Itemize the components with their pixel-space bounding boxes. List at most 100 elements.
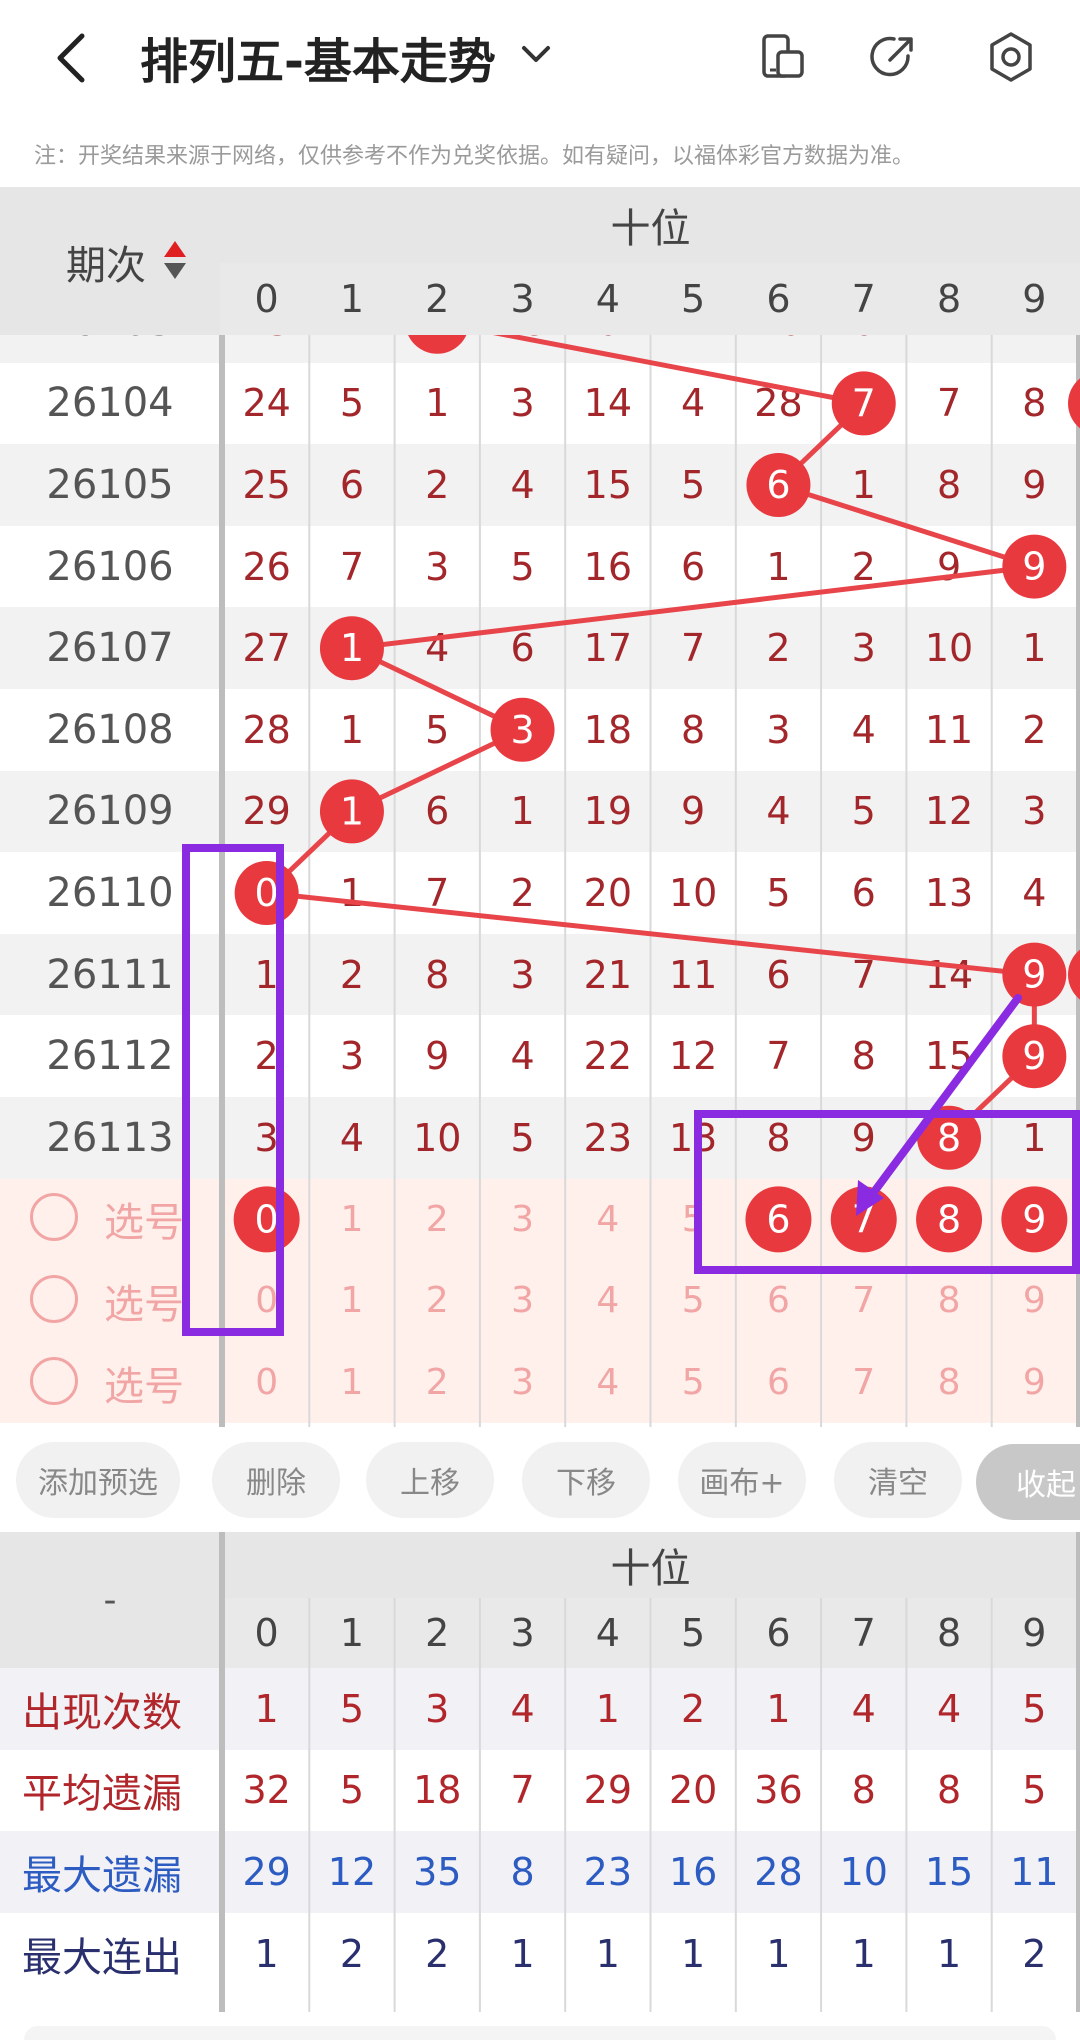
selected-ball-label: 8 (937, 1197, 961, 1241)
hit-ball-label: 2 (425, 335, 449, 344)
digit-header: 7 (851, 277, 876, 321)
stats-cell: 32 (242, 1768, 291, 1813)
toolbar-button[interactable]: 删除 (212, 1442, 340, 1518)
stats-cell: 2 (425, 1931, 450, 1976)
stats-cell: 12 (327, 1849, 377, 1894)
stats-cell: 5 (1022, 1768, 1047, 1813)
stats-row-label: 最大连出 (22, 1934, 182, 1981)
stats-digit-header: 0 (254, 1611, 279, 1655)
stats-cell: 2 (1022, 1931, 1047, 1976)
selected-ball-label: 6 (766, 1197, 790, 1241)
stats-cell: 20 (668, 1768, 718, 1813)
stats-digit-header: 6 (766, 1611, 791, 1655)
stats-cell: 4 (510, 1686, 535, 1731)
toolbar-button[interactable]: 上移 (366, 1442, 494, 1518)
stats-digit-header: 1 (339, 1611, 365, 1655)
digit-header: 2 (425, 277, 450, 321)
stats-cell: 1 (595, 1931, 620, 1976)
stats-digit-header: 9 (1022, 1611, 1047, 1655)
action-toolbar: 添加预选 删除 上移 下移 画布+ 清空 收起 (0, 1432, 1080, 1532)
stats-row: 最大连出 1 2 2 1 1 1 1 1 1 2 (0, 1912, 1080, 1995)
selected-ball-label: 9 (1022, 1197, 1046, 1241)
stats-row-label: 最大遗漏 (22, 1852, 182, 1899)
hit-ball-label: 9 (1022, 953, 1046, 997)
stats-cell: 11 (1010, 1849, 1059, 1894)
group-header: 十位 (610, 206, 691, 252)
stats-row-label: 平均遗漏 (22, 1771, 182, 1818)
hit-ball-label: 3 (510, 708, 534, 752)
stats-digit-header: 7 (851, 1611, 876, 1655)
hit-ball-label: 9 (1022, 1034, 1046, 1078)
app-header: 排列五-基本走势 (0, 0, 1080, 115)
toolbar-button[interactable]: 画布+ (678, 1442, 806, 1518)
stats-digit-header: 4 (595, 1611, 620, 1655)
stats-cell: 8 (936, 1768, 962, 1813)
stats-cell: 35 (413, 1849, 462, 1894)
stats-cell: 5 (1022, 1686, 1047, 1731)
stats-digit-header: 2 (425, 1611, 450, 1655)
digit-header: 0 (254, 277, 279, 321)
stats-cell: 3 (425, 1686, 450, 1731)
stats-group-header: 十位 (610, 1546, 691, 1592)
stats-table: - 十位 0 1 2 3 4 5 6 7 8 9 出现次数 1 5 3 4 1 2 1 4 4 5 平均遗漏 32 5 18 7 29 2… (0, 1532, 1080, 2040)
stats-cell: 16 (668, 1849, 718, 1894)
stats-cell: 8 (510, 1849, 535, 1894)
stats-row: 平均遗漏 32 5 18 7 29 20 36 8 8 5 (0, 1749, 1080, 1832)
settings-icon[interactable] (986, 30, 1036, 84)
page-title[interactable]: 排列五-基本走势 (140, 22, 496, 92)
next-group-ball (1068, 378, 1080, 429)
disclaimer-note: 注：开奖结果来源于网络，仅供参考不作为兑奖依据。如有疑问，以福体彩官方数据为准。 (34, 144, 915, 169)
collapse-button[interactable]: 收起 (976, 1444, 1080, 1520)
device-icon[interactable] (758, 32, 808, 82)
stats-cell: 28 (754, 1849, 803, 1894)
stats-cell: 18 (413, 1768, 462, 1813)
hit-ball-label: 1 (340, 789, 364, 833)
selected-ball-label: 0 (255, 1197, 279, 1241)
digit-header: 8 (936, 277, 962, 321)
stats-cell: 1 (936, 1931, 962, 1976)
stats-cell: 1 (681, 1931, 706, 1976)
trend-overlay: 2 7 6 9 1 3 1 0 9 9 8 0 6 7 8 9 (219, 335, 1080, 1427)
stats-cell: 1 (254, 1686, 279, 1731)
hit-ball-label: 8 (937, 1116, 961, 1160)
toolbar-button[interactable]: 下移 (522, 1442, 650, 1518)
hit-ball-label: 7 (852, 381, 876, 425)
stats-cell: 5 (339, 1686, 365, 1731)
trend-screen: 排列五-基本走势 注：开奖结果来源于网络，仅供参考不作为兑奖依据。如有疑问，以福… (0, 0, 1080, 2040)
stats-cell: 4 (851, 1686, 876, 1731)
hit-ball-label: 1 (340, 626, 364, 670)
stats-cell: 1 (851, 1931, 876, 1976)
stats-cell: 2 (339, 1931, 365, 1976)
stats-corner: - (103, 1579, 117, 1621)
hit-ball-label: 6 (766, 463, 790, 507)
hit-ball-label: 9 (1022, 545, 1046, 589)
stats-digit-header: 8 (936, 1611, 962, 1655)
stats-cell: 1 (595, 1686, 620, 1731)
toolbar-button[interactable]: 清空 (834, 1442, 962, 1518)
selected-ball-label: 7 (852, 1197, 876, 1241)
stats-cell: 23 (583, 1849, 633, 1894)
stats-cell: 1 (254, 1931, 279, 1976)
digit-header: 3 (510, 277, 535, 321)
share-icon[interactable] (868, 32, 918, 82)
sort-icon[interactable] (160, 237, 190, 287)
chevron-down-icon[interactable] (518, 40, 554, 70)
stats-cell: 1 (766, 1686, 791, 1731)
stats-cell: 1 (510, 1931, 535, 1976)
stats-cell: 10 (839, 1849, 888, 1894)
digit-header: 5 (681, 277, 706, 321)
stats-cell: 29 (583, 1768, 633, 1813)
stats-cell: 15 (924, 1849, 974, 1894)
stats-cell: 8 (851, 1768, 876, 1813)
next-group-ball (1068, 949, 1080, 1000)
stats-digit-header: 5 (681, 1611, 706, 1655)
back-icon[interactable] (48, 28, 94, 88)
toolbar-button[interactable]: 添加预选 (16, 1442, 180, 1518)
trend-body: 2610323421862716672610424513144287782610… (0, 335, 1080, 1427)
period-header[interactable]: 期次 (66, 233, 146, 291)
stats-cell: 5 (339, 1768, 365, 1813)
stats-row: 最大遗漏 29 12 35 8 23 16 28 10 15 11 (0, 1831, 1080, 1913)
digit-header: 6 (766, 277, 791, 321)
stats-cell: 4 (936, 1686, 962, 1731)
digit-header: 1 (339, 277, 365, 321)
